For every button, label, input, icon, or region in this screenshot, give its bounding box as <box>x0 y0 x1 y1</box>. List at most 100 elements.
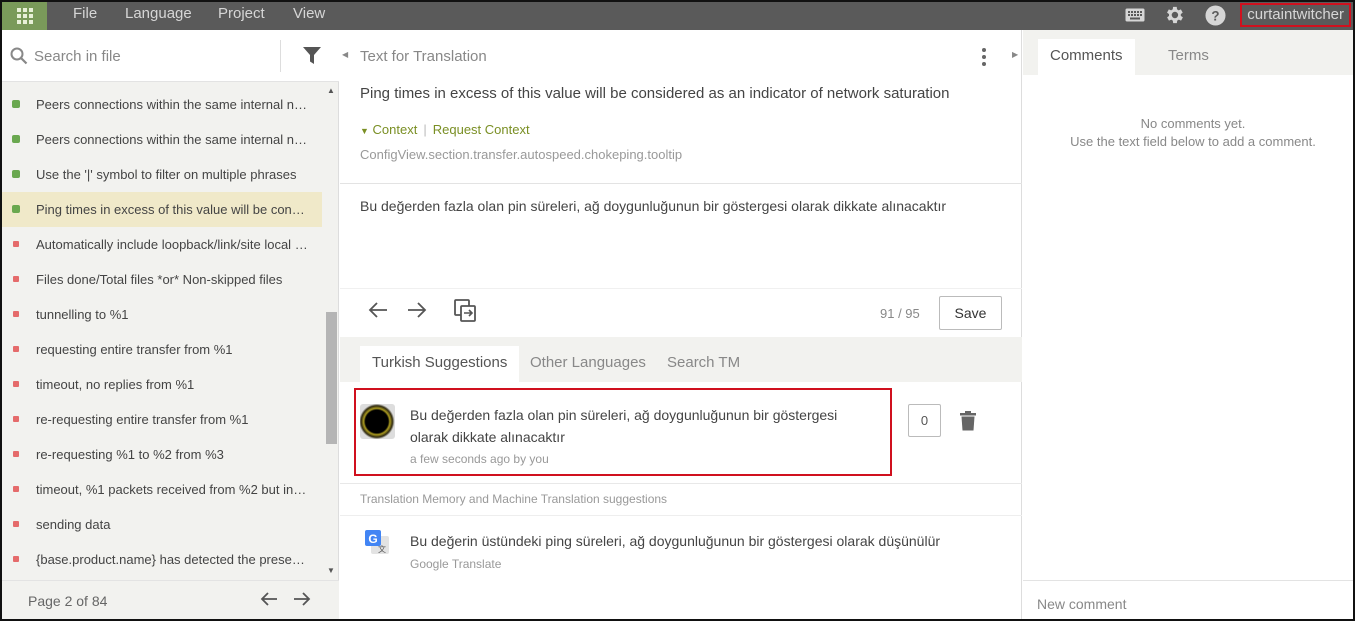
list-item[interactable]: re-requesting %1 to %2 from %3 <box>2 437 322 472</box>
list-item-label: Peers connections within the same intern… <box>36 132 322 147</box>
untranslated-status-icon <box>13 416 19 422</box>
tab-other-languages[interactable]: Other Languages <box>518 346 658 382</box>
list-item[interactable]: tunnelling to %1 <box>2 297 322 332</box>
menu-file[interactable]: File <box>73 2 97 30</box>
menu-project[interactable]: Project <box>218 2 265 30</box>
translation-editor[interactable]: Bu değerden fazla olan pin süreleri, ağ … <box>360 198 946 214</box>
trash-icon[interactable] <box>960 411 976 436</box>
save-button[interactable]: Save <box>939 296 1002 330</box>
divider <box>280 40 281 72</box>
context-links: ▼ Context | Request Context <box>360 122 530 137</box>
apps-grid-button[interactable] <box>2 2 47 30</box>
comment-tabs: Comments Terms <box>1023 30 1353 75</box>
suggestion-tabs: Turkish Suggestions Other Languages Sear… <box>340 337 1022 382</box>
username-label[interactable]: curtaintwitcher <box>1240 3 1351 27</box>
list-item[interactable]: re-requesting entire transfer from %1 <box>2 402 322 437</box>
gear-icon[interactable] <box>1163 4 1185 26</box>
list-item[interactable]: sending data <box>2 507 322 542</box>
grid-icon <box>16 8 33 24</box>
request-context-link[interactable]: Request Context <box>433 122 530 137</box>
list-item[interactable]: Use the '|' symbol to filter on multiple… <box>2 157 322 192</box>
collapse-left-arrow-icon[interactable]: ◀ <box>342 50 348 59</box>
list-item-label: Files done/Total files *or* Non-skipped … <box>36 272 283 287</box>
tab-comments[interactable]: Comments <box>1038 39 1135 75</box>
list-item-label: Use the '|' symbol to filter on multiple… <box>36 167 297 182</box>
user-suggestion-text[interactable]: Bu değerden fazla olan pin süreleri, ağ … <box>410 404 870 448</box>
untranslated-status-icon <box>13 381 19 387</box>
list-item-label: Peers connections within the same intern… <box>36 97 322 112</box>
translated-status-icon <box>12 100 20 108</box>
caret-down-icon: ▼ <box>360 126 369 136</box>
divider <box>340 288 1022 289</box>
previous-page-arrow-icon[interactable] <box>260 591 278 612</box>
character-counter: 91 / 95 <box>880 306 920 321</box>
list-item-label: Ping times in excess of this value will … <box>36 202 322 217</box>
list-item[interactable]: Ping times in excess of this value will … <box>2 192 322 227</box>
list-item-label: timeout, no replies from %1 <box>36 377 195 392</box>
suggestion-meta: a few seconds ago by you <box>410 452 549 466</box>
next-page-arrow-icon[interactable] <box>293 591 311 612</box>
page-label: Page 2 of 84 <box>28 593 108 609</box>
untranslated-status-icon <box>13 311 19 317</box>
divider <box>340 515 1022 516</box>
previous-string-arrow-icon[interactable] <box>368 301 388 324</box>
copy-source-icon[interactable] <box>454 299 476 328</box>
menu-language[interactable]: Language <box>125 2 192 30</box>
vote-count[interactable]: 0 <box>908 404 941 437</box>
list-item[interactable]: Peers connections within the same intern… <box>2 122 322 157</box>
string-key: ConfigView.section.transfer.autospeed.ch… <box>360 147 683 162</box>
editor-panel: ◀ ▶ Text for Translation Ping times in e… <box>340 30 1022 619</box>
list-item-label: Automatically include loopback/link/site… <box>36 237 322 252</box>
untranslated-status-icon <box>13 241 19 247</box>
new-comment-input[interactable] <box>1037 593 1337 615</box>
untranslated-status-icon <box>13 556 19 562</box>
svg-text:?: ? <box>1211 8 1219 23</box>
scroll-down-arrow-icon[interactable]: ▼ <box>327 566 335 575</box>
next-string-arrow-icon[interactable] <box>407 301 427 324</box>
untranslated-status-icon <box>13 451 19 457</box>
list-item[interactable]: Peers connections within the same intern… <box>2 87 322 122</box>
menu-view[interactable]: View <box>293 2 325 30</box>
pagination: Page 2 of 84 <box>2 580 339 619</box>
avatar <box>360 404 395 439</box>
untranslated-status-icon <box>13 276 19 282</box>
list-item-label: tunnelling to %1 <box>36 307 129 322</box>
tab-terms[interactable]: Terms <box>1156 39 1221 75</box>
keyboard-icon[interactable] <box>1124 4 1146 26</box>
divider <box>340 483 1022 484</box>
tab-turkish-suggestions[interactable]: Turkish Suggestions <box>360 346 520 382</box>
untranslated-status-icon <box>13 486 19 492</box>
svg-text:G: G <box>368 532 377 546</box>
string-list-panel: Peers connections within the same intern… <box>2 30 339 619</box>
app-window: File Language Project View ? curtaintwit… <box>0 0 1355 621</box>
scrollbar-thumb[interactable] <box>326 312 337 444</box>
search-input[interactable] <box>34 44 274 68</box>
translated-status-icon <box>12 135 20 143</box>
more-options-icon[interactable] <box>982 48 986 66</box>
list-item[interactable]: timeout, %1 packets received from %2 but… <box>2 472 322 507</box>
comment-footer <box>1023 580 1353 619</box>
tab-search-tm[interactable]: Search TM <box>655 346 752 382</box>
help-icon[interactable]: ? <box>1204 4 1226 26</box>
list-item[interactable]: requesting entire transfer from %1 <box>2 332 322 367</box>
filter-icon[interactable] <box>302 46 322 71</box>
source-header: Text for Translation <box>360 48 487 65</box>
scrollbar[interactable]: ▲ ▼ <box>324 82 338 582</box>
translated-status-icon <box>12 205 20 213</box>
svg-text:文: 文 <box>378 544 386 554</box>
context-link[interactable]: Context <box>373 122 418 137</box>
machine-translation-text[interactable]: Bu değerin üstündeki ping süreleri, ağ d… <box>410 533 940 549</box>
list-item[interactable]: Files done/Total files *or* Non-skipped … <box>2 262 322 297</box>
scroll-up-arrow-icon[interactable]: ▲ <box>327 86 335 95</box>
list-item-label: timeout, %1 packets received from %2 but… <box>36 482 322 497</box>
string-list: Peers connections within the same intern… <box>2 87 322 577</box>
list-item[interactable]: {base.product.name} has detected the pre… <box>2 542 322 577</box>
collapse-right-arrow-icon[interactable]: ▶ <box>1012 50 1018 59</box>
list-item-label: re-requesting entire transfer from %1 <box>36 412 249 427</box>
empty-comments-message: No comments yet. Use the text field belo… <box>1023 115 1353 151</box>
google-translate-icon: G文 <box>364 529 390 560</box>
list-item[interactable]: Automatically include loopback/link/site… <box>2 227 322 262</box>
list-item-label: requesting entire transfer from %1 <box>36 342 233 357</box>
list-item[interactable]: timeout, no replies from %1 <box>2 367 322 402</box>
empty-comments-line: No comments yet. <box>1140 116 1246 131</box>
